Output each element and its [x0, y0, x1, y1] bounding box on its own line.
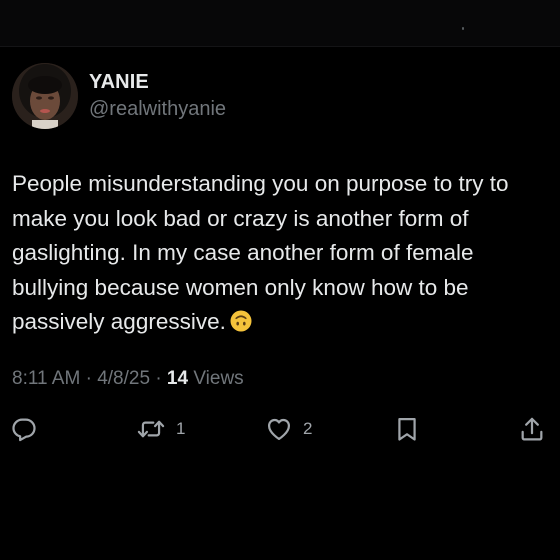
- tweet-meta: 8:11 AM · 4/8/25 · 14 Views: [12, 368, 244, 390]
- like-count: 2: [303, 419, 313, 438]
- bookmark-icon: [398, 417, 416, 441]
- author-display-name[interactable]: YANIE: [89, 71, 149, 94]
- meta-separator: ·: [155, 368, 162, 389]
- views-label: Views: [193, 368, 244, 389]
- top-bar-mark: [462, 27, 464, 30]
- tweet-text: People misunderstanding you on purpose t…: [12, 171, 515, 334]
- like-button[interactable]: 2: [265, 413, 312, 445]
- heart-icon: [267, 418, 291, 441]
- tweet-body: People misunderstanding you on purpose t…: [12, 167, 552, 340]
- profile-photo-icon: [12, 63, 78, 129]
- tweet-date[interactable]: 4/8/25: [97, 368, 150, 389]
- action-bar: 1 2: [0, 413, 560, 445]
- share-icon: [521, 417, 543, 441]
- retweet-icon: [137, 420, 165, 438]
- reply-button[interactable]: [10, 413, 38, 445]
- upside-down-face-emoji-icon: [230, 308, 252, 332]
- retweet-count: 1: [176, 419, 186, 438]
- avatar[interactable]: [12, 63, 78, 129]
- views-count: 14: [166, 368, 189, 389]
- top-bar: [0, 0, 560, 47]
- reply-icon: [12, 418, 36, 442]
- share-button[interactable]: [518, 413, 546, 445]
- meta-separator: ·: [85, 368, 92, 389]
- retweet-button[interactable]: 1: [136, 413, 185, 445]
- author-handle[interactable]: @realwithyanie: [89, 98, 226, 121]
- bookmark-button[interactable]: [394, 413, 420, 445]
- tweet-time[interactable]: 8:11 AM: [12, 368, 80, 389]
